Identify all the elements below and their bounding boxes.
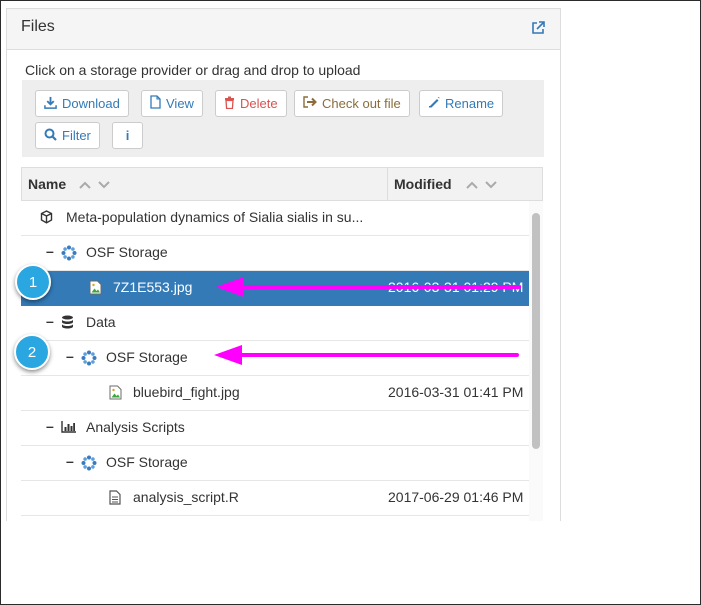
step-badge-2: 2	[14, 334, 50, 370]
arrow-2	[214, 345, 519, 365]
arrow-1	[216, 277, 521, 297]
badge-2-label: 2	[27, 343, 37, 361]
annotation-overlay	[214, 277, 521, 365]
step-badge-1: 1	[15, 264, 51, 300]
badge-1-label: 1	[28, 273, 38, 291]
